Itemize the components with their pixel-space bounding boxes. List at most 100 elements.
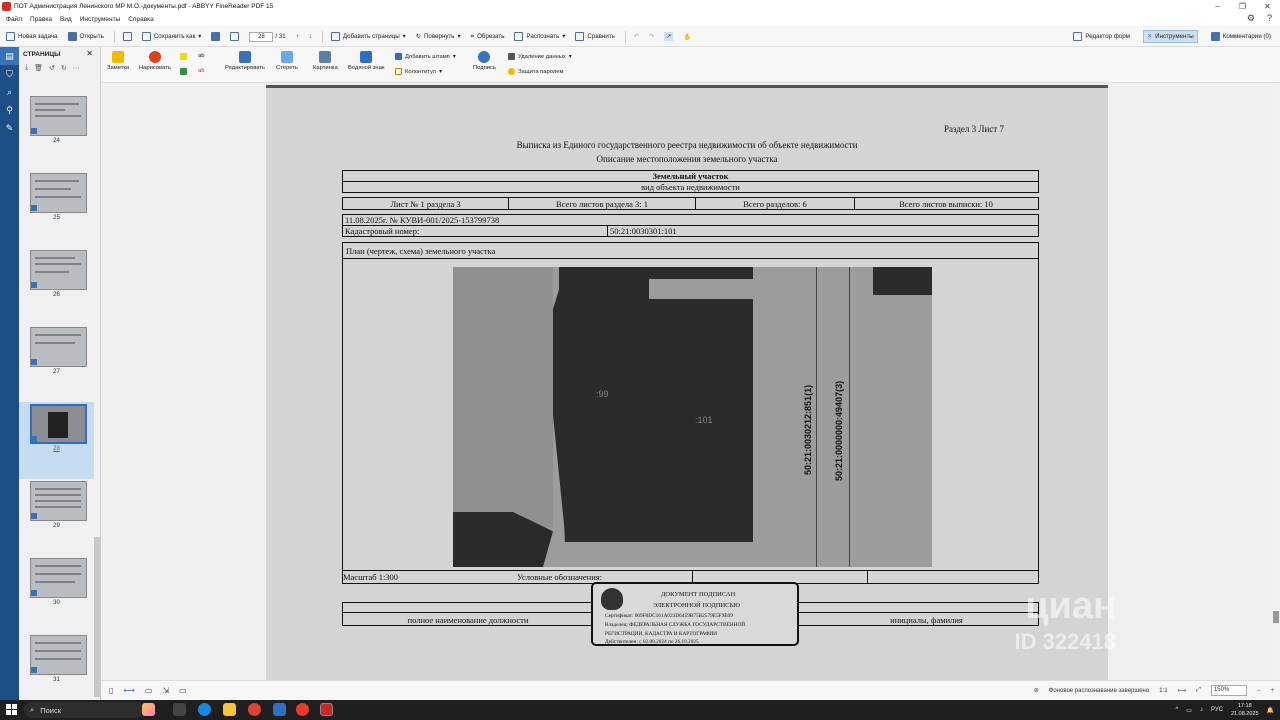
strikeout-text-button[interactable] xyxy=(180,68,187,75)
network-icon[interactable]: ▭ xyxy=(1186,707,1192,714)
single-page-view-icon[interactable]: ▯ xyxy=(109,686,113,695)
note-button[interactable]: Заметка xyxy=(107,51,129,71)
hand-icon: ✋ xyxy=(683,33,692,41)
tray-chevron-up-icon[interactable]: ^ xyxy=(1175,707,1178,713)
hand-tool-button[interactable]: ✋ xyxy=(683,33,691,41)
insert-page-icon[interactable]: ⤓ xyxy=(25,64,28,72)
fit-width-view-icon[interactable]: ⟷ xyxy=(123,686,134,695)
maximize-button[interactable]: ❐ xyxy=(1230,0,1255,12)
highlight-text-button[interactable] xyxy=(180,53,187,60)
compare-button[interactable]: Сравнить xyxy=(575,32,615,41)
fit-width-icon[interactable]: ⟷ xyxy=(1178,687,1187,694)
edge-browser-icon[interactable] xyxy=(198,703,211,716)
page-thumbnail[interactable]: 31 xyxy=(19,633,94,710)
yandex-browser-icon[interactable] xyxy=(296,703,309,716)
fit-page-icon[interactable]: ⤢ xyxy=(1196,687,1201,694)
volume-icon[interactable]: ♪ xyxy=(1200,707,1203,713)
scrollbar-thumb[interactable] xyxy=(1273,611,1279,623)
search-icon[interactable]: ⌕ xyxy=(0,83,19,101)
erase-button[interactable]: Стереть xyxy=(276,51,298,71)
email-button[interactable] xyxy=(230,32,240,41)
rotate-right-icon[interactable]: ↻ xyxy=(61,64,67,72)
close-panel-icon[interactable]: ✕ xyxy=(86,49,93,58)
zoom-in-icon[interactable]: + xyxy=(1270,688,1274,694)
page-thumbnail[interactable]: 24 xyxy=(19,94,94,171)
menu-view[interactable]: Вид xyxy=(60,16,72,23)
page-thumbnail-selected[interactable]: 28 xyxy=(19,402,94,479)
crop-button[interactable]: ⌗ Обрезать xyxy=(471,33,505,41)
rotate-left-icon[interactable]: ↺ xyxy=(49,64,55,72)
draw-button[interactable]: Нарисовать xyxy=(139,51,171,71)
document-scrollbar[interactable] xyxy=(1271,83,1280,680)
page-thumbnail[interactable]: 25 xyxy=(19,171,94,248)
pages-panel-scrollbar[interactable] xyxy=(94,537,100,697)
mail-app-icon[interactable] xyxy=(273,703,286,716)
attachments-paperclip-icon[interactable]: ⚲ xyxy=(0,101,19,119)
help-icon[interactable]: ? xyxy=(1267,13,1272,24)
watermark-button[interactable]: Водяной знак xyxy=(348,51,384,71)
close-window-button[interactable]: ✕ xyxy=(1255,0,1280,12)
menu-file[interactable]: Файл xyxy=(6,16,22,23)
prev-page-button[interactable]: ↑ xyxy=(296,33,299,40)
form-editor-button[interactable]: Редактор форм xyxy=(1070,30,1133,43)
header-footer-button[interactable]: Колонтитул ▾ xyxy=(395,68,442,75)
chevron-down-icon: ▾ xyxy=(457,33,461,40)
chevron-down-icon: ▾ xyxy=(402,33,406,40)
page-thumbnail[interactable]: 27 xyxy=(19,325,94,402)
pages-panel-icon[interactable]: ▤ xyxy=(0,47,19,65)
chrome-browser-icon[interactable] xyxy=(248,703,261,716)
plan-title: План (чертеж, схема) земельного участка xyxy=(346,246,496,256)
file-explorer-icon[interactable] xyxy=(223,703,236,716)
recognize-button[interactable]: Распознать ▾ xyxy=(514,32,565,41)
select-tool-button[interactable]: ➚ xyxy=(664,32,674,41)
page-thumbnail[interactable]: 30 xyxy=(19,556,94,633)
minimize-button[interactable]: – xyxy=(1205,0,1230,12)
picture-button[interactable]: Картинка xyxy=(313,51,338,71)
signatures-icon[interactable]: ✎ xyxy=(0,119,19,137)
save-as-button[interactable]: Сохранить как ▾ xyxy=(141,32,201,41)
rotate-button[interactable]: ↻ Повернуть ▾ xyxy=(416,33,461,40)
widgets-icon[interactable] xyxy=(142,703,155,716)
more-options-icon[interactable]: ⋯ xyxy=(73,64,80,72)
signature-button[interactable]: Подпись xyxy=(473,51,496,71)
open-button[interactable]: Открыть xyxy=(67,32,104,41)
delete-page-icon[interactable]: 🗑 xyxy=(34,64,43,72)
page-thumbnail[interactable]: 26 xyxy=(19,248,94,325)
zoom-out-icon[interactable]: − xyxy=(1257,688,1261,694)
delete-data-button[interactable]: Удаление данных ▾ xyxy=(508,53,572,60)
language-indicator[interactable]: РУС xyxy=(1211,707,1223,713)
add-stamp-button[interactable]: Добавить штамп ▾ xyxy=(395,53,456,60)
windows-start-icon[interactable] xyxy=(6,704,17,715)
edit-button[interactable]: Редактировать xyxy=(225,51,265,71)
taskbar-search[interactable]: ⌕ Поиск xyxy=(24,702,144,718)
comments-button[interactable]: Комментарии (0) xyxy=(1208,30,1274,43)
task-view-icon[interactable] xyxy=(173,703,186,716)
undo-button[interactable]: ↶ xyxy=(634,33,639,40)
page-number-input[interactable]: 28 xyxy=(249,31,274,42)
bookmarks-icon[interactable]: ⛉ xyxy=(0,65,19,83)
password-protection-button[interactable]: Защита паролем xyxy=(508,68,563,75)
next-page-button[interactable]: ↓ xyxy=(309,33,312,40)
page-thumbnail[interactable]: 29 xyxy=(19,479,94,556)
presentation-view-icon[interactable]: ▭ xyxy=(179,686,187,695)
document-viewport[interactable]: Раздел 3 Лист 7 Выписка из Единого госуд… xyxy=(101,83,1271,680)
tools-button[interactable]: ✕ Инструменты xyxy=(1142,30,1198,43)
save-button[interactable] xyxy=(122,32,132,41)
print-button[interactable] xyxy=(211,32,221,41)
two-page-view-icon[interactable]: ▭ xyxy=(145,686,153,695)
menu-help[interactable]: Справка xyxy=(128,16,154,23)
clock[interactable]: 17:18 21.08.2025 xyxy=(1231,702,1259,718)
settings-gear-icon[interactable]: ⚙ xyxy=(1247,13,1255,24)
redo-button[interactable]: ↷ xyxy=(649,33,654,40)
notifications-bell-icon[interactable]: 🔔 xyxy=(1267,707,1274,714)
menu-edit[interactable]: Правка xyxy=(30,16,52,23)
menu-tools[interactable]: Инструменты xyxy=(80,16,121,23)
finereader-app-icon[interactable] xyxy=(320,703,333,716)
actual-size-button[interactable]: 1:1 xyxy=(1159,688,1167,694)
zoom-select[interactable]: 150% xyxy=(1210,685,1247,696)
add-pages-button[interactable]: Добавить страницы ▾ xyxy=(330,32,406,41)
new-task-button[interactable]: Новая задача xyxy=(6,32,58,41)
underline-text-button[interactable]: ab xyxy=(198,53,204,59)
replace-text-button[interactable]: ab xyxy=(198,68,204,74)
continuous-view-icon[interactable]: ⇲ xyxy=(162,686,169,695)
